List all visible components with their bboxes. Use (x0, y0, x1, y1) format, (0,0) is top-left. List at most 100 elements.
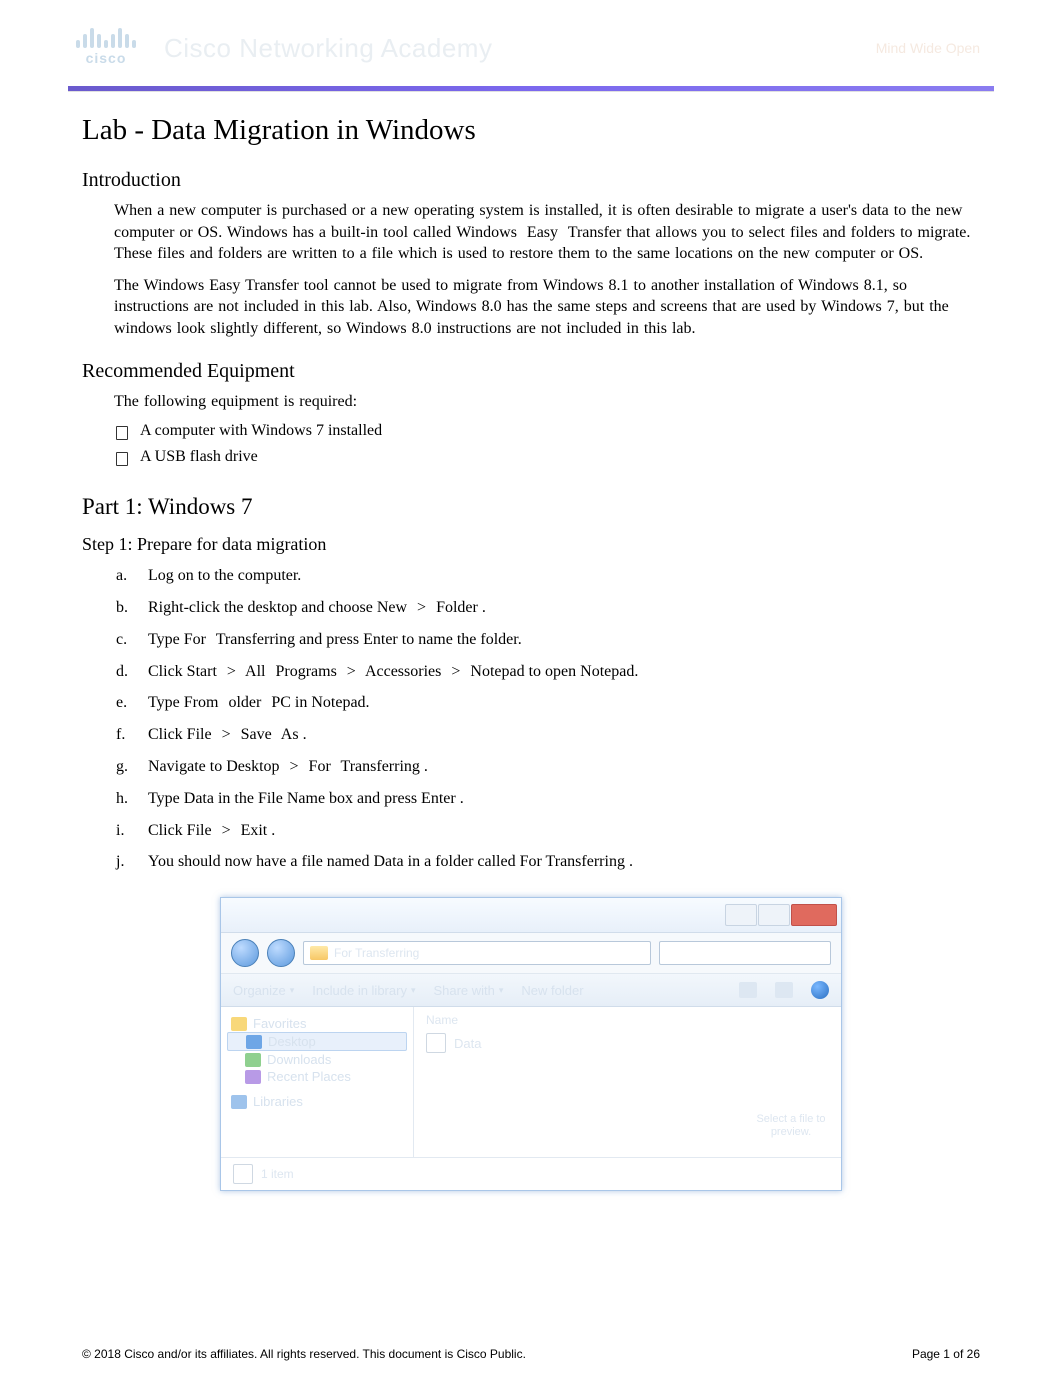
equipment-list: A computer with Windows 7 installed A US… (82, 422, 980, 466)
step-text-pre: Type (148, 694, 184, 711)
step-marker: h. (116, 789, 128, 810)
cisco-logo-bars-icon (76, 24, 136, 48)
step-item: a. Log on to the computer. (116, 566, 980, 587)
status-text: 1 item (261, 1167, 294, 1181)
recequip-intro: The following equipment is required: (114, 391, 980, 413)
step-item: g. Navigate to Desktop > For Transferring… (116, 757, 980, 778)
step1-heading: Step 1: Prepare for data migration (82, 534, 980, 555)
text-file-icon (426, 1033, 446, 1053)
search-input[interactable] (659, 941, 831, 965)
file-list-pane: Name Data Select a file to preview. (414, 1007, 841, 1157)
new-folder-button[interactable]: New folder (521, 983, 583, 998)
step-marker: f. (116, 725, 125, 746)
step-marker: c. (116, 630, 127, 651)
step-text-pre: You should now have a file named (148, 853, 373, 870)
step-text-pre: Navigate to (148, 758, 226, 775)
tagline: Mind Wide Open (876, 40, 980, 56)
organize-label: Organize (233, 983, 286, 998)
step-text-bold: File > Save As (187, 726, 299, 743)
intro-paragraph-1: When a new computer is purchased or a ne… (114, 200, 980, 265)
logo-block: cisco Cisco Networking Academy (70, 24, 492, 72)
step-text-pre: Type (148, 790, 184, 807)
chevron-down-icon: ▾ (411, 985, 416, 996)
step-text-post: to open Notepad. (525, 663, 639, 680)
step-text-pre: Right-click the desktop and choose (148, 599, 377, 616)
preview-pane-icon[interactable] (775, 982, 793, 998)
step-item: c. Type For Transferring and press Enter … (116, 630, 980, 651)
step-marker: b. (116, 598, 128, 619)
content-area: Lab - Data Migration in Windows Introduc… (0, 92, 1062, 1191)
step-list: a. Log on to the computer. b. Right-click … (82, 566, 980, 873)
step-item: b. Right-click the desktop and choose New… (116, 598, 980, 619)
address-bar[interactable]: For Transferring (303, 941, 651, 965)
page-footer: © 2018 Cisco and/or its affiliates. All … (82, 1347, 980, 1361)
step-text-bold: New > Folder (377, 599, 478, 616)
cisco-logo-text: cisco (86, 50, 127, 66)
libraries-group[interactable]: Libraries (227, 1093, 407, 1110)
intro-p1-b: Windows Easy Transfer (456, 224, 621, 241)
step-text-bold: Data (373, 853, 403, 870)
step-text-post: in the File Name box and press Enter . (214, 790, 464, 807)
step-marker: g. (116, 757, 128, 778)
step-text-pre: Click (148, 822, 187, 839)
step-text-post: . (420, 758, 428, 775)
preview-placeholder: Select a file to preview. (751, 1113, 831, 1139)
navigation-pane: Favorites Desktop Downloads Recent Place… (221, 1007, 414, 1157)
step-text-bold: For Transferring (184, 631, 295, 648)
recent-label: Recent Places (267, 1069, 351, 1084)
part1-heading: Part 1: Windows 7 (82, 494, 980, 520)
list-item: A computer with Windows 7 installed (116, 422, 980, 440)
organize-button[interactable]: Organize▾ (233, 983, 294, 998)
step-text-pre: Type (148, 631, 184, 648)
step-text-post: and press Enter to name the folder. (295, 631, 522, 648)
document-page: cisco Cisco Networking Academy Mind Wide… (0, 0, 1062, 1377)
close-button[interactable] (791, 904, 837, 926)
status-icon (233, 1164, 253, 1184)
step-item: d.Click Start > All Programs > Accessori… (116, 662, 980, 683)
column-header-name[interactable]: Name (426, 1013, 829, 1027)
step-item: e.Type From older PC in Notepad. (116, 693, 980, 714)
step-text-bold: File > Exit (187, 822, 268, 839)
downloads-label: Downloads (267, 1052, 331, 1067)
page-title: Lab - Data Migration in Windows (82, 114, 980, 147)
file-item[interactable]: Data (426, 1031, 829, 1055)
forward-button[interactable] (267, 939, 295, 967)
share-with-button[interactable]: Share with▾ (433, 983, 503, 998)
step-text-bold: Desktop > For Transferring (226, 758, 420, 775)
star-icon (231, 1017, 247, 1031)
toolbar: Organize▾ Include in library▾ Share with… (221, 974, 841, 1007)
back-button[interactable] (231, 939, 259, 967)
address-text: For Transferring (334, 946, 419, 960)
step-text-pre: Click (148, 726, 187, 743)
explorer-screenshot: For Transferring Organize▾ Include in li… (220, 897, 842, 1191)
minimize-button[interactable] (725, 904, 757, 926)
intro-paragraph-2: The Windows Easy Transfer tool cannot be… (114, 275, 980, 340)
copyright: © 2018 Cisco and/or its affiliates. All … (82, 1347, 526, 1361)
desktop-item[interactable]: Desktop (227, 1032, 407, 1051)
step-item: i.Click File > Exit . (116, 821, 980, 842)
step-text-post: in Notepad. (291, 694, 370, 711)
explorer-body: Favorites Desktop Downloads Recent Place… (221, 1007, 841, 1157)
step-marker: a. (116, 566, 127, 587)
step-text-pre: Click (148, 663, 187, 680)
include-library-button[interactable]: Include in library ▾ (312, 983, 415, 998)
help-icon[interactable] (811, 981, 829, 999)
libraries-label: Libraries (253, 1094, 303, 1109)
libraries-icon (231, 1095, 247, 1109)
downloads-item[interactable]: Downloads (227, 1051, 407, 1068)
address-row: For Transferring (221, 933, 841, 974)
folder-icon (310, 946, 328, 960)
include-label: Include in library (312, 983, 407, 998)
academy-title: Cisco Networking Academy (164, 33, 492, 64)
step-text: Log on to the computer. (148, 567, 301, 584)
view-icon[interactable] (739, 982, 757, 998)
step-text-post: in a folder called For Transferring . (404, 853, 633, 870)
downloads-icon (245, 1053, 261, 1067)
recent-icon (245, 1070, 261, 1084)
favorites-group[interactable]: Favorites (227, 1015, 407, 1032)
step-text-post: . (267, 822, 275, 839)
chevron-down-icon: ▾ (499, 985, 504, 996)
header-banner: cisco Cisco Networking Academy Mind Wide… (0, 0, 1062, 78)
recent-places-item[interactable]: Recent Places (227, 1068, 407, 1085)
maximize-button[interactable] (758, 904, 790, 926)
